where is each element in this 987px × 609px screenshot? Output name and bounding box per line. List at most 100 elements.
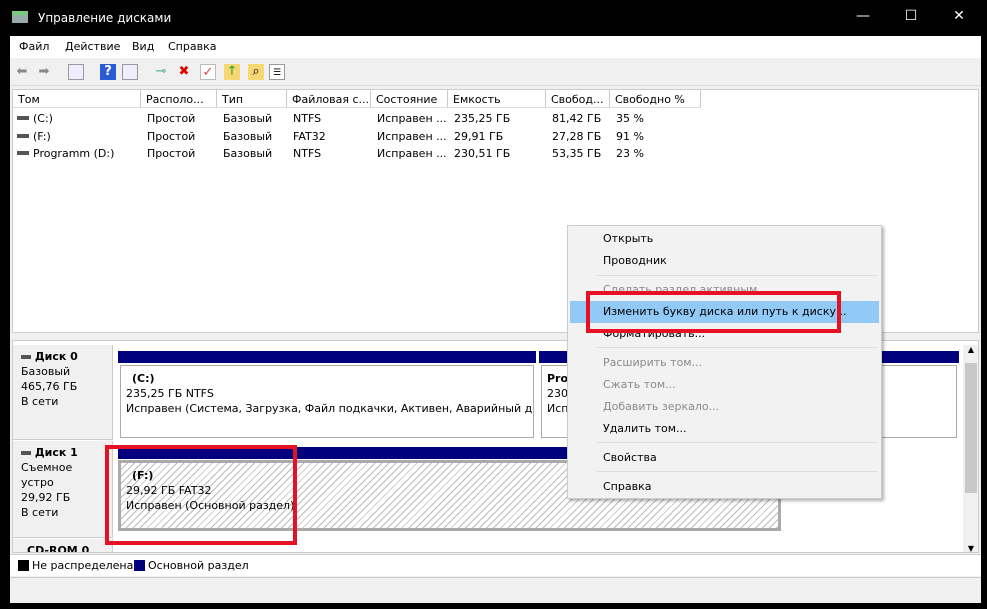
- cell-pct: 91 %: [616, 129, 644, 143]
- scroll-thumb[interactable]: [965, 363, 977, 493]
- cell-name: Programm (D:): [33, 147, 115, 160]
- disk-name: Диск 0: [34, 350, 78, 363]
- separator: [596, 275, 878, 276]
- cell-capacity: 235,25 ГБ: [454, 112, 511, 125]
- vertical-scrollbar[interactable]: ▲ ▼: [963, 345, 978, 552]
- minimize-button[interactable]: —: [848, 8, 878, 24]
- cell-name: (F:): [33, 129, 51, 143]
- window-title: Управление дисками: [38, 11, 172, 25]
- column-header-layout[interactable]: Располо...: [141, 90, 217, 108]
- list-icon[interactable]: ☰: [269, 64, 285, 80]
- partition-size: 235,25 ГБ NTFS: [126, 387, 214, 400]
- disk-type: Базовый: [21, 365, 71, 378]
- partition-c[interactable]: (C:) 235,25 ГБ NTFS Исправен (Система, З…: [120, 365, 534, 438]
- cell-fs: NTFS: [293, 147, 322, 160]
- disk-1-label[interactable]: Диск 1 Съемное устро 29,92 ГБ В сети: [13, 441, 113, 538]
- table-row[interactable]: Programm (D:) Простой Базовый NTFS Исправен …: [13, 145, 978, 162]
- close-button[interactable]: ✕: [944, 8, 974, 24]
- menu-view[interactable]: Вид: [132, 40, 154, 53]
- menu-item-open[interactable]: Открыть: [570, 228, 879, 250]
- folder-search-icon[interactable]: ⌕: [248, 64, 264, 80]
- column-header-volume[interactable]: Том: [13, 90, 141, 108]
- back-icon[interactable]: ⬅: [14, 64, 30, 80]
- cell-layout: Простой: [147, 129, 196, 143]
- disk-size: 465,76 ГБ: [21, 380, 78, 393]
- menu-item-help[interactable]: Справка: [570, 476, 879, 498]
- column-header-free[interactable]: Свобод...: [546, 90, 610, 108]
- disk-name: CD-ROM 0: [27, 544, 90, 553]
- disk-icon: [21, 355, 31, 359]
- column-header-type[interactable]: Тип: [217, 90, 287, 108]
- forward-icon[interactable]: ➡: [36, 64, 52, 80]
- action-pane-icon[interactable]: [122, 64, 138, 80]
- legend-swatch-primary: [134, 560, 145, 571]
- menu-item-extend: Расширить том...: [603, 356, 703, 369]
- column-header-status[interactable]: Состояние: [371, 90, 448, 108]
- cell-layout: Простой: [147, 112, 196, 125]
- column-header-filesystem[interactable]: Файловая с...: [287, 90, 371, 108]
- volume-icon: [17, 116, 29, 120]
- cell-pct: 35 %: [616, 112, 644, 125]
- menu-file[interactable]: Файл: [19, 40, 49, 53]
- console-tree-icon[interactable]: [68, 64, 84, 80]
- partition-status: Исп: [547, 402, 569, 415]
- cell-type: Базовый: [223, 147, 273, 160]
- cell-name: (C:): [33, 112, 53, 125]
- menu-item-format[interactable]: Форматировать...: [570, 323, 879, 345]
- cell-type: Базовый: [223, 112, 273, 125]
- cdrom-label[interactable]: CD-ROM 0: [13, 539, 113, 553]
- volume-icon: [17, 151, 29, 155]
- separator: [596, 471, 878, 472]
- disk-state: В сети: [21, 395, 59, 408]
- delete-icon[interactable]: ✖: [176, 64, 192, 80]
- partition-status: Исправен (Система, Загрузка, Файл подкач…: [126, 402, 534, 415]
- cell-free: 27,28 ГБ: [552, 129, 602, 143]
- menu-help[interactable]: Справка: [168, 40, 216, 53]
- cell-free: 53,35 ГБ: [552, 147, 602, 160]
- disk-management-icon: [12, 11, 28, 23]
- disk-size: 29,92 ГБ: [21, 491, 71, 504]
- cell-type: Базовый: [223, 129, 273, 143]
- toolbar: ⬅ ➡ ? ⊸ ✖ ✓ ↑ ⌕ ☰: [10, 58, 981, 86]
- menu-item-delete[interactable]: Удалить том...: [570, 418, 879, 440]
- menu-item-change-drive-letter[interactable]: Изменить букву диска или путь к диску...: [570, 301, 879, 323]
- cell-status: Исправен ...: [377, 112, 447, 125]
- legend-primary: Основной раздел: [148, 559, 249, 572]
- cell-status: Исправен ...: [377, 129, 447, 143]
- partition-size: 29,92 ГБ FAT32: [126, 484, 212, 497]
- folder-up-icon[interactable]: ↑: [224, 64, 240, 80]
- disk-name: Диск 1: [34, 446, 78, 459]
- legend-unallocated: Не распределена: [32, 559, 134, 572]
- menu-item-properties[interactable]: Свойства: [570, 447, 879, 469]
- context-menu: Открыть Проводник Сделать раздел активны…: [567, 225, 882, 499]
- menu-item-shrink: Сжать том...: [603, 378, 676, 391]
- table-row[interactable]: (C:) Простой Базовый NTFS Исправен ... 235,25…: [13, 110, 978, 127]
- cell-fs: NTFS: [293, 112, 322, 125]
- separator: [596, 442, 878, 443]
- scroll-up-icon[interactable]: ▲: [963, 345, 978, 354]
- column-header-free-percent[interactable]: Свободно %: [610, 90, 701, 108]
- cell-capacity: 29,91 ГБ: [454, 129, 504, 143]
- help-icon[interactable]: ?: [100, 64, 116, 80]
- table-row[interactable]: (F:) Простой Базовый FAT32 Исправен ... 29,91…: [13, 128, 978, 145]
- maximize-button[interactable]: ☐: [896, 8, 926, 24]
- partition-status: Исправен (Основной раздел): [126, 499, 295, 512]
- properties-icon[interactable]: ✓: [200, 64, 216, 80]
- disk-state: В сети: [21, 506, 59, 519]
- menu-action[interactable]: Действие: [65, 40, 120, 53]
- column-header-capacity[interactable]: Емкость: [448, 90, 546, 108]
- cell-fs: FAT32: [293, 129, 326, 143]
- menu-bar: Файл Действие Вид Справка: [10, 36, 981, 58]
- title-bar: Управление дисками — ☐ ✕: [0, 0, 987, 36]
- status-bar: [10, 577, 981, 603]
- disk-0-label[interactable]: Диск 0 Базовый 465,76 ГБ В сети: [13, 345, 113, 440]
- cell-layout: Простой: [147, 147, 196, 160]
- cell-capacity: 230,51 ГБ: [454, 147, 511, 160]
- menu-item-explorer[interactable]: Проводник: [570, 250, 879, 272]
- connect-disk-icon[interactable]: ⊸: [153, 64, 169, 80]
- separator: [596, 347, 878, 348]
- scroll-down-icon[interactable]: ▼: [963, 544, 978, 552]
- disk-icon: [21, 451, 31, 455]
- disk-type: Съемное устро: [21, 461, 73, 489]
- menu-item-mark-active: Сделать раздел активным: [603, 283, 758, 296]
